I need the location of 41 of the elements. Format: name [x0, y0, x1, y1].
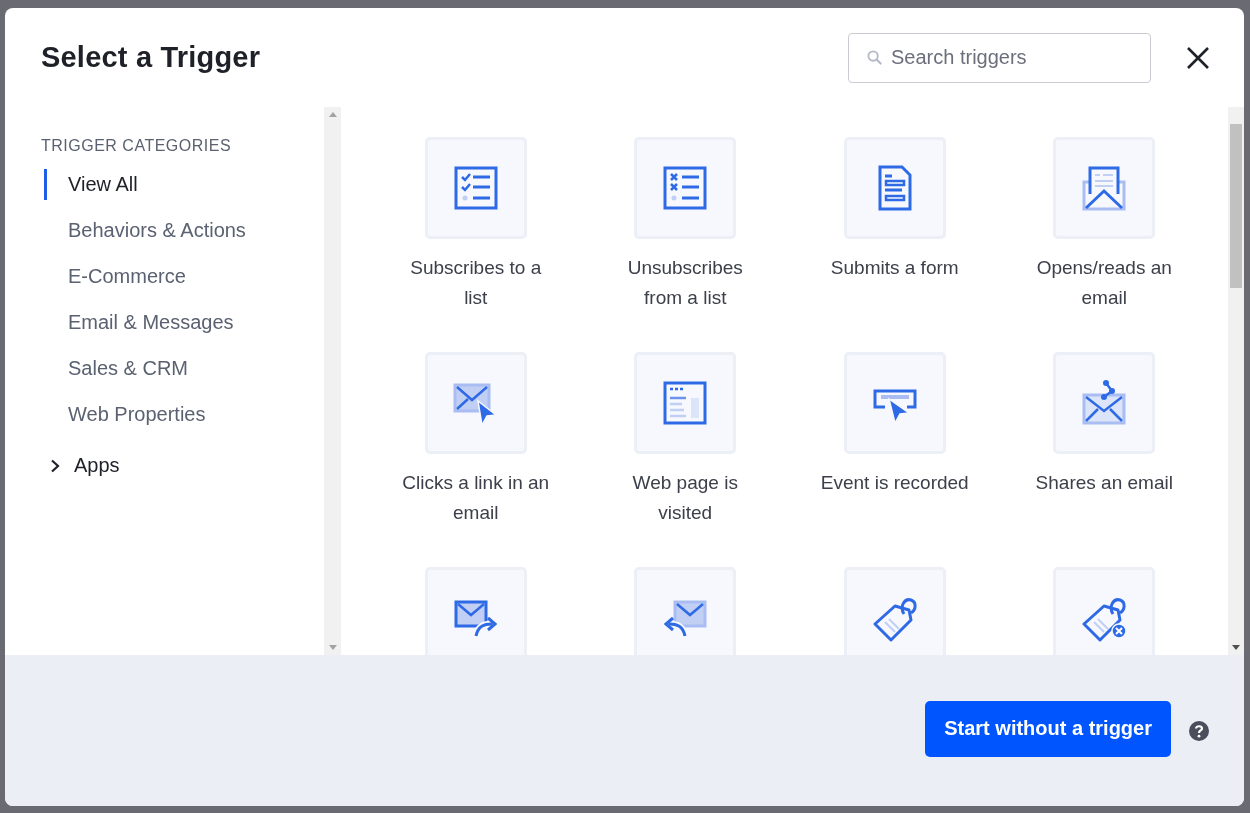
chevron-icon [50, 458, 60, 473]
trigger-tile[interactable] [634, 137, 737, 239]
close-icon[interactable] [1186, 45, 1210, 70]
trigger-tile[interactable] [424, 567, 527, 655]
category-item[interactable]: E-Commerce [44, 261, 324, 292]
trigger-tile[interactable] [424, 352, 527, 454]
start-without-trigger-button[interactable]: Start without a trigger [925, 700, 1171, 757]
dialog-title: Select a Trigger [41, 41, 262, 74]
trigger-label: Unsubscribes from a list [626, 256, 744, 310]
trigger-label: Shares an email [1034, 471, 1174, 495]
sidebar-heading: TRIGGER CATEGORIES [41, 137, 233, 155]
scroll-down-icon[interactable] [1232, 645, 1240, 650]
trigger-label: Subscribes to a list [409, 256, 543, 310]
trigger-tile[interactable] [634, 567, 737, 655]
browser-window-icon [661, 379, 710, 427]
category-item[interactable]: Email & Messages [44, 307, 324, 338]
cross-list-icon [661, 164, 710, 212]
category-item[interactable]: Web Properties [44, 399, 324, 430]
envelope-share-icon [1080, 379, 1129, 427]
trigger-label: Web page is visited [631, 471, 739, 525]
trigger-tile[interactable] [843, 137, 946, 239]
trigger-tile[interactable] [1053, 567, 1156, 655]
search-field[interactable]: Search triggers [848, 32, 1151, 83]
trigger-tile[interactable] [634, 352, 737, 454]
scrollbar[interactable] [1228, 107, 1244, 655]
trigger-label: Opens/reads an email [1035, 256, 1173, 310]
trigger-tile[interactable] [843, 352, 946, 454]
trigger-label: Event is recorded [819, 471, 970, 495]
category-item[interactable]: Behaviors & Actions [44, 215, 324, 246]
category-item[interactable]: Sales & CRM [44, 353, 324, 384]
help-icon[interactable] [1189, 720, 1209, 741]
trigger-label: Clicks a link in an email [401, 471, 551, 525]
trigger-tile[interactable] [1053, 137, 1156, 239]
scroll-thumb[interactable] [1230, 124, 1242, 288]
trigger-tile[interactable] [1053, 352, 1156, 454]
search-icon [867, 50, 882, 65]
open-envelope-icon [1080, 164, 1129, 212]
trigger-tile[interactable] [843, 567, 946, 655]
apps-group[interactable]: Apps [50, 454, 120, 477]
trigger-tile[interactable] [424, 137, 527, 239]
trigger-label: Submits a form [829, 256, 960, 280]
